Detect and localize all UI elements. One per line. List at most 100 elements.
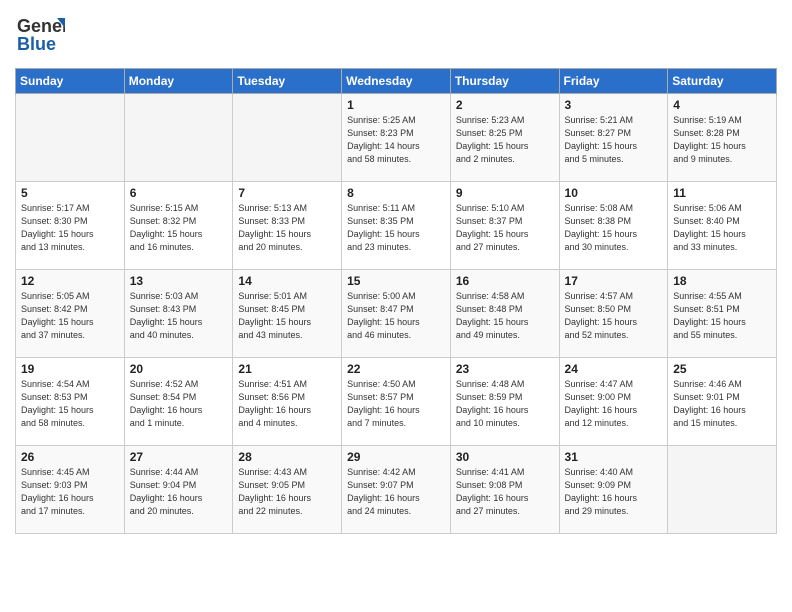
day-info: Sunrise: 4:57 AMSunset: 8:50 PMDaylight:…: [565, 290, 663, 342]
day-info: Sunrise: 4:58 AMSunset: 8:48 PMDaylight:…: [456, 290, 554, 342]
calendar-cell: [668, 446, 777, 534]
calendar-cell: 29Sunrise: 4:42 AMSunset: 9:07 PMDayligh…: [342, 446, 451, 534]
day-number: 14: [238, 274, 336, 288]
day-info: Sunrise: 4:43 AMSunset: 9:05 PMDaylight:…: [238, 466, 336, 518]
day-number: 22: [347, 362, 445, 376]
calendar-week-4: 19Sunrise: 4:54 AMSunset: 8:53 PMDayligh…: [16, 358, 777, 446]
day-info: Sunrise: 5:10 AMSunset: 8:37 PMDaylight:…: [456, 202, 554, 254]
svg-text:General: General: [17, 16, 65, 36]
day-info: Sunrise: 5:23 AMSunset: 8:25 PMDaylight:…: [456, 114, 554, 166]
svg-text:Blue: Blue: [17, 34, 56, 54]
calendar-cell: 3Sunrise: 5:21 AMSunset: 8:27 PMDaylight…: [559, 94, 668, 182]
calendar-cell: 18 Sunrise: 4:55 AMSunset: 8:51 PMDayligh…: [668, 270, 777, 358]
day-info: Sunrise: 4:44 AMSunset: 9:04 PMDaylight:…: [130, 466, 228, 518]
day-number: 16: [456, 274, 554, 288]
calendar-cell: 31Sunrise: 4:40 AMSunset: 9:09 PMDayligh…: [559, 446, 668, 534]
calendar-cell: 25 Sunrise: 4:46 AMSunset: 9:01 PMDayligh…: [668, 358, 777, 446]
calendar-cell: 12Sunrise: 5:05 AMSunset: 8:42 PMDayligh…: [16, 270, 125, 358]
day-info: Sunrise: 4:55 AMSunset: 8:51 PMDaylight:…: [673, 290, 771, 342]
day-info: Sunrise: 4:50 AMSunset: 8:57 PMDaylight:…: [347, 378, 445, 430]
day-info: Sunrise: 5:00 AMSunset: 8:47 PMDaylight:…: [347, 290, 445, 342]
day-info: Sunrise: 5:01 AMSunset: 8:45 PMDaylight:…: [238, 290, 336, 342]
day-info: Sunrise: 5:17 AMSunset: 8:30 PMDaylight:…: [21, 202, 119, 254]
day-info: Sunrise: 5:13 AMSunset: 8:33 PMDaylight:…: [238, 202, 336, 254]
calendar-cell: 9 Sunrise: 5:10 AMSunset: 8:37 PMDaylight…: [450, 182, 559, 270]
calendar-cell: 14 Sunrise: 5:01 AMSunset: 8:45 PMDayligh…: [233, 270, 342, 358]
day-info: Sunrise: 5:19 AMSunset: 8:28 PMDaylight:…: [673, 114, 771, 166]
day-number: 1: [347, 98, 445, 112]
day-number: 30: [456, 450, 554, 464]
calendar-cell: 7 Sunrise: 5:13 AMSunset: 8:33 PMDaylight…: [233, 182, 342, 270]
calendar-header-thursday: Thursday: [450, 69, 559, 94]
calendar-cell: 23 Sunrise: 4:48 AMSunset: 8:59 PMDayligh…: [450, 358, 559, 446]
calendar-cell: [233, 94, 342, 182]
day-info: Sunrise: 4:51 AMSunset: 8:56 PMDaylight:…: [238, 378, 336, 430]
calendar-week-2: 5 Sunrise: 5:17 AMSunset: 8:30 PMDaylight…: [16, 182, 777, 270]
day-number: 27: [130, 450, 228, 464]
calendar-cell: 21 Sunrise: 4:51 AMSunset: 8:56 PMDayligh…: [233, 358, 342, 446]
day-info: Sunrise: 5:25 AMSunset: 8:23 PMDaylight:…: [347, 114, 445, 166]
calendar-cell: 11Sunrise: 5:06 AMSunset: 8:40 PMDayligh…: [668, 182, 777, 270]
day-number: 19: [21, 362, 119, 376]
logo-icon: General Blue: [15, 10, 65, 60]
day-info: Sunrise: 4:47 AMSunset: 9:00 PMDaylight:…: [565, 378, 663, 430]
calendar-header-monday: Monday: [124, 69, 233, 94]
day-number: 20: [130, 362, 228, 376]
calendar-cell: 17 Sunrise: 4:57 AMSunset: 8:50 PMDayligh…: [559, 270, 668, 358]
calendar-cell: 16 Sunrise: 4:58 AMSunset: 8:48 PMDayligh…: [450, 270, 559, 358]
calendar-cell: 10 Sunrise: 5:08 AMSunset: 8:38 PMDayligh…: [559, 182, 668, 270]
day-number: 13: [130, 274, 228, 288]
day-number: 4: [673, 98, 771, 112]
page: General Blue SundayMondayTuesdayWednesda…: [0, 0, 792, 612]
calendar-cell: 20Sunrise: 4:52 AMSunset: 8:54 PMDayligh…: [124, 358, 233, 446]
day-number: 21: [238, 362, 336, 376]
day-info: Sunrise: 4:45 AMSunset: 9:03 PMDaylight:…: [21, 466, 119, 518]
day-number: 28: [238, 450, 336, 464]
calendar-week-3: 12Sunrise: 5:05 AMSunset: 8:42 PMDayligh…: [16, 270, 777, 358]
day-number: 15: [347, 274, 445, 288]
calendar-cell: 28 Sunrise: 4:43 AMSunset: 9:05 PMDayligh…: [233, 446, 342, 534]
calendar-cell: 26 Sunrise: 4:45 AMSunset: 9:03 PMDayligh…: [16, 446, 125, 534]
calendar-header-row: SundayMondayTuesdayWednesdayThursdayFrid…: [16, 69, 777, 94]
calendar-week-1: 1 Sunrise: 5:25 AMSunset: 8:23 PMDaylight…: [16, 94, 777, 182]
day-info: Sunrise: 4:46 AMSunset: 9:01 PMDaylight:…: [673, 378, 771, 430]
day-info: Sunrise: 4:41 AMSunset: 9:08 PMDaylight:…: [456, 466, 554, 518]
day-number: 29: [347, 450, 445, 464]
calendar-cell: 15 Sunrise: 5:00 AMSunset: 8:47 PMDayligh…: [342, 270, 451, 358]
calendar-header-sunday: Sunday: [16, 69, 125, 94]
day-number: 23: [456, 362, 554, 376]
day-number: 10: [565, 186, 663, 200]
day-number: 8: [347, 186, 445, 200]
day-info: Sunrise: 4:48 AMSunset: 8:59 PMDaylight:…: [456, 378, 554, 430]
day-number: 6: [130, 186, 228, 200]
day-number: 17: [565, 274, 663, 288]
calendar-cell: [124, 94, 233, 182]
calendar-cell: 24 Sunrise: 4:47 AMSunset: 9:00 PMDayligh…: [559, 358, 668, 446]
calendar-cell: 5 Sunrise: 5:17 AMSunset: 8:30 PMDaylight…: [16, 182, 125, 270]
day-number: 24: [565, 362, 663, 376]
day-info: Sunrise: 5:05 AMSunset: 8:42 PMDaylight:…: [21, 290, 119, 342]
calendar-cell: [16, 94, 125, 182]
calendar-cell: 2Sunrise: 5:23 AMSunset: 8:25 PMDaylight…: [450, 94, 559, 182]
day-number: 9: [456, 186, 554, 200]
day-info: Sunrise: 5:03 AMSunset: 8:43 PMDaylight:…: [130, 290, 228, 342]
calendar-cell: 1 Sunrise: 5:25 AMSunset: 8:23 PMDaylight…: [342, 94, 451, 182]
calendar-cell: 8 Sunrise: 5:11 AMSunset: 8:35 PMDaylight…: [342, 182, 451, 270]
day-info: Sunrise: 5:06 AMSunset: 8:40 PMDaylight:…: [673, 202, 771, 254]
calendar-cell: 30 Sunrise: 4:41 AMSunset: 9:08 PMDayligh…: [450, 446, 559, 534]
calendar-cell: 6 Sunrise: 5:15 AMSunset: 8:32 PMDaylight…: [124, 182, 233, 270]
day-info: Sunrise: 5:08 AMSunset: 8:38 PMDaylight:…: [565, 202, 663, 254]
calendar-table: SundayMondayTuesdayWednesdayThursdayFrid…: [15, 68, 777, 534]
day-number: 25: [673, 362, 771, 376]
day-number: 7: [238, 186, 336, 200]
calendar-cell: 19Sunrise: 4:54 AMSunset: 8:53 PMDayligh…: [16, 358, 125, 446]
calendar-cell: 4 Sunrise: 5:19 AMSunset: 8:28 PMDaylight…: [668, 94, 777, 182]
calendar-week-5: 26 Sunrise: 4:45 AMSunset: 9:03 PMDayligh…: [16, 446, 777, 534]
day-number: 5: [21, 186, 119, 200]
day-info: Sunrise: 5:11 AMSunset: 8:35 PMDaylight:…: [347, 202, 445, 254]
calendar-header-tuesday: Tuesday: [233, 69, 342, 94]
day-number: 18: [673, 274, 771, 288]
day-info: Sunrise: 5:15 AMSunset: 8:32 PMDaylight:…: [130, 202, 228, 254]
day-number: 26: [21, 450, 119, 464]
day-number: 31: [565, 450, 663, 464]
